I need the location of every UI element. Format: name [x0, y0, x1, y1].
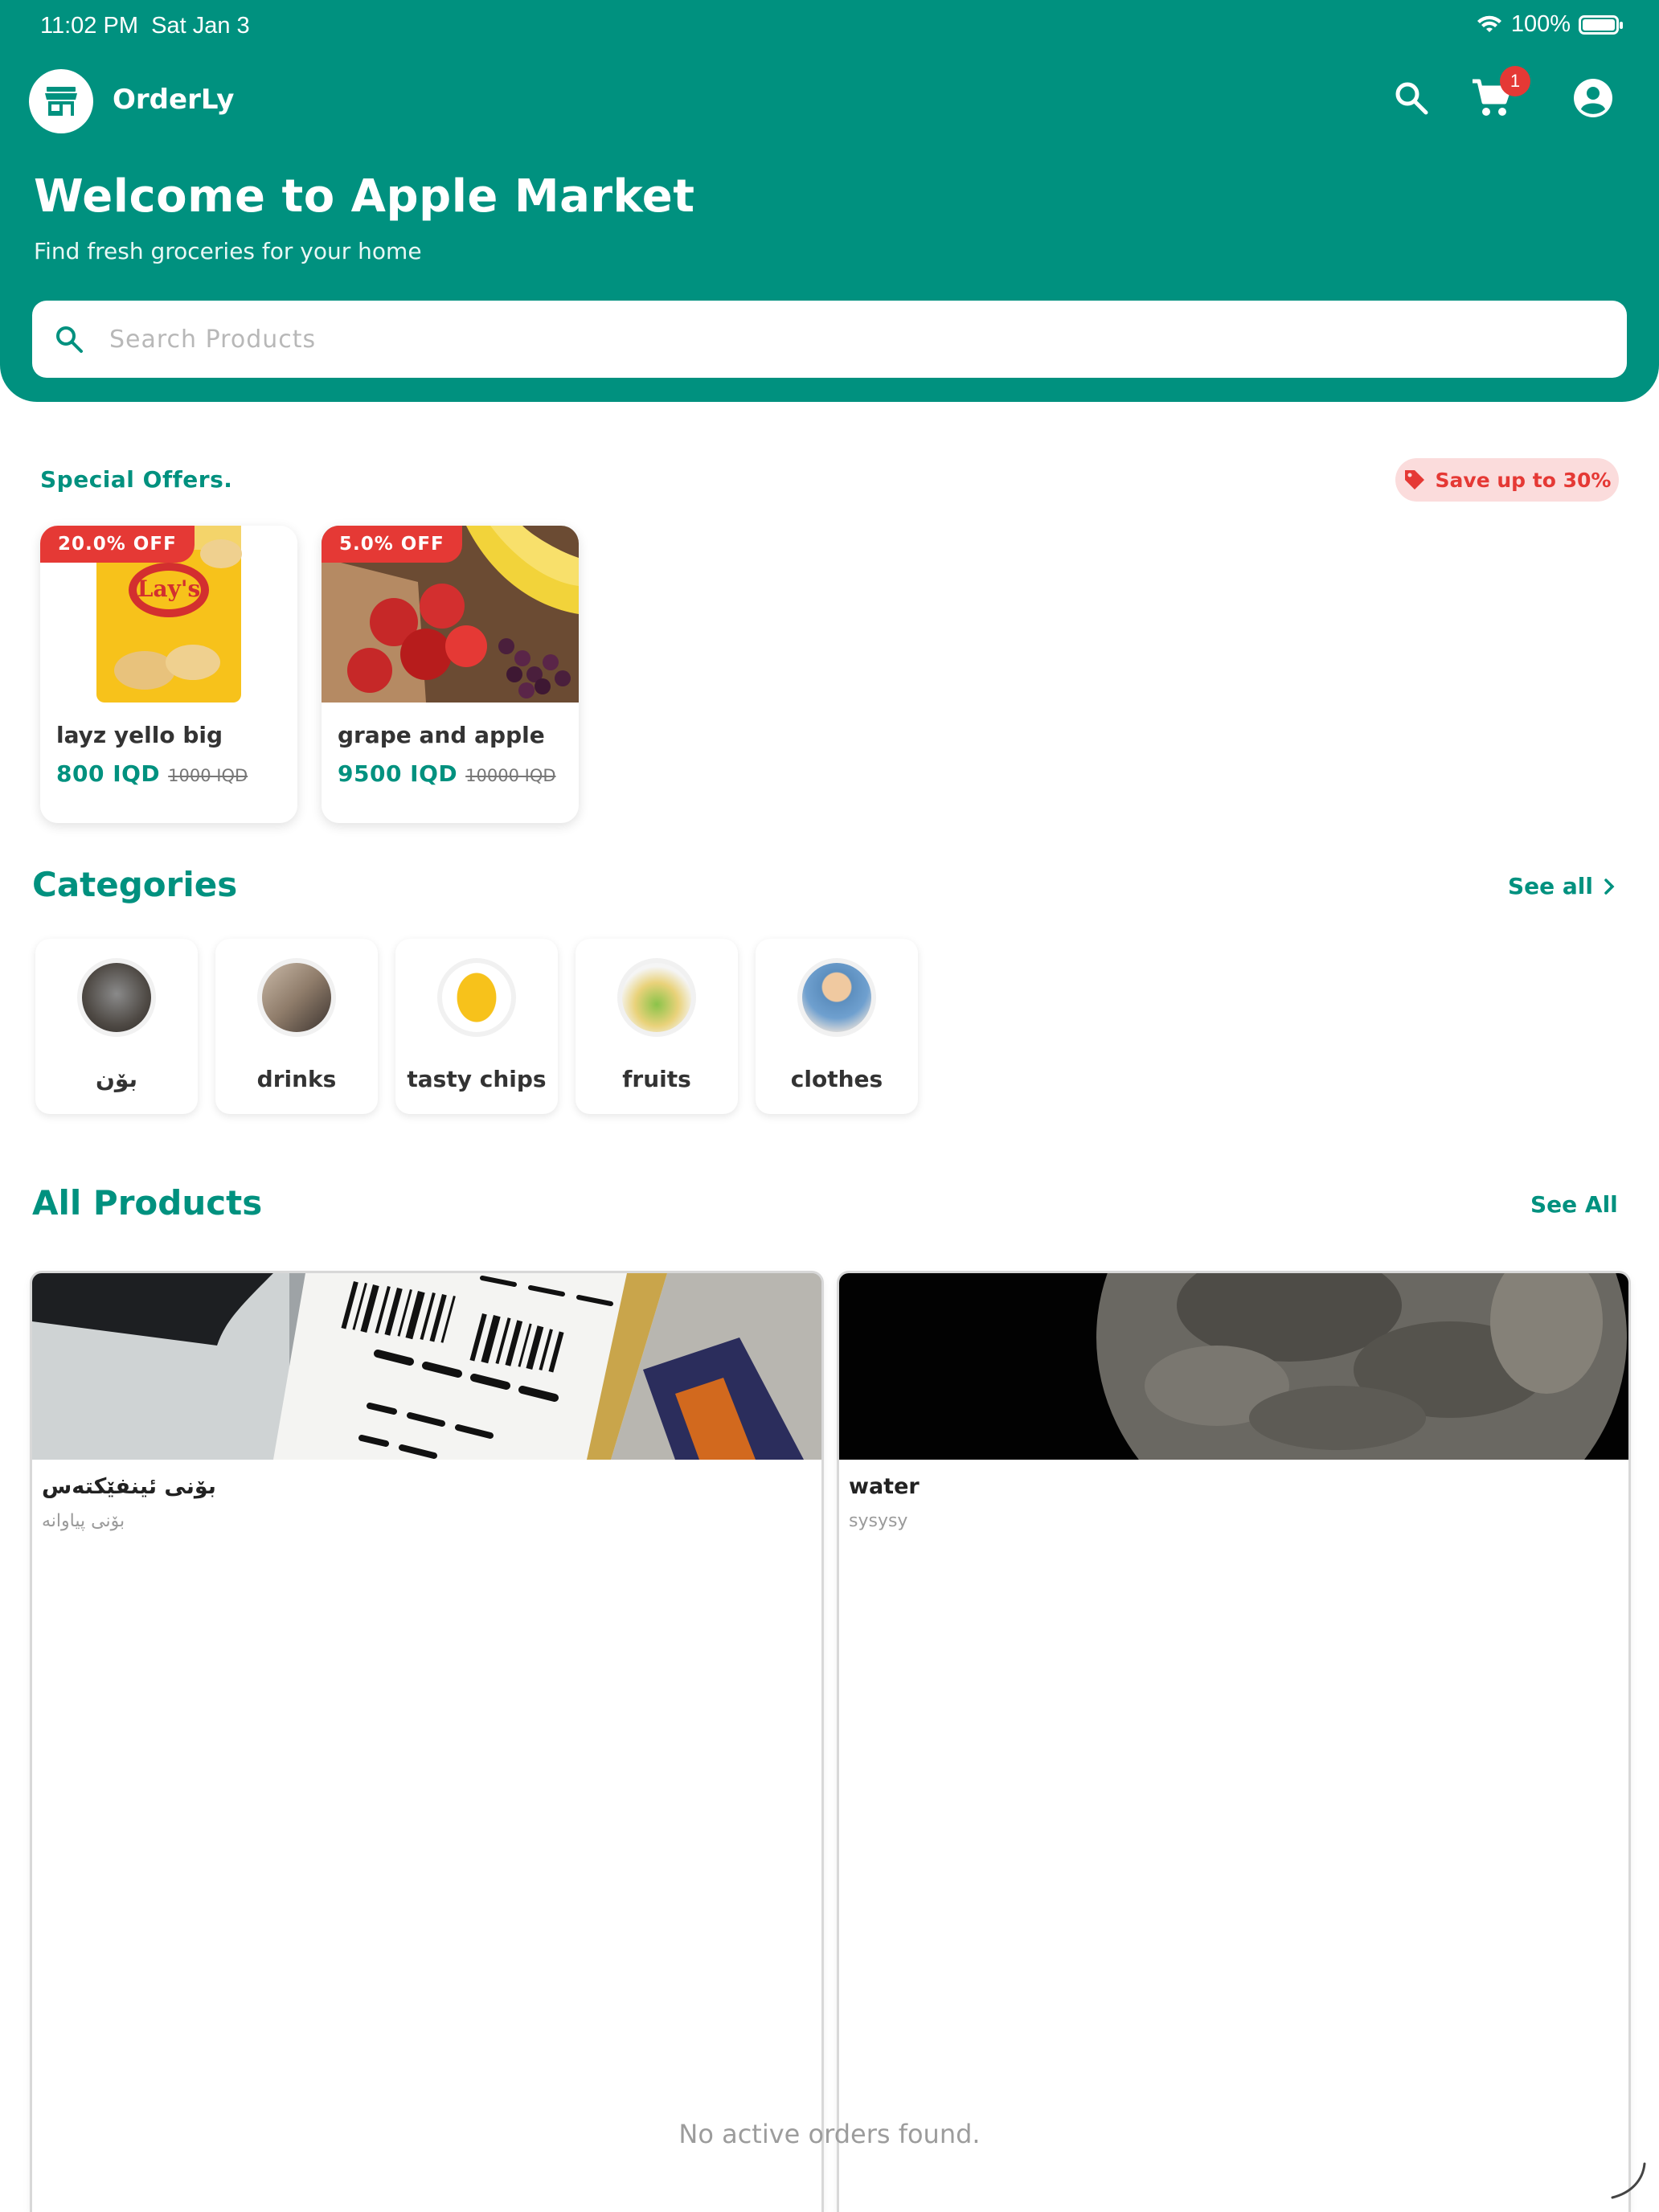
save-badge: Save up to 30% [1395, 458, 1619, 502]
hero-title: Welcome to Apple Market [34, 170, 695, 223]
category-image [77, 958, 156, 1037]
category-card[interactable]: clothes [756, 939, 918, 1114]
product-description: بۆنی پیاوانە [42, 1511, 125, 1531]
account-circle-icon [1574, 79, 1612, 117]
discount-badge: 20.0% OFF [40, 526, 195, 563]
offer-old-price: 10000 IQD [465, 766, 556, 785]
tag-icon [1404, 470, 1424, 490]
category-label: drinks [256, 1066, 337, 1092]
search-input[interactable] [108, 324, 1555, 354]
product-card[interactable]: بۆنی ئینفێکتەس بۆنی پیاوانە [32, 1273, 821, 2212]
offer-image: 5.0% OFF [322, 526, 579, 703]
product-image [32, 1273, 821, 1460]
status-date: Sat Jan 3 [151, 13, 250, 39]
product-description: sysysy [849, 1511, 908, 1531]
special-offers-label: Special Offers. [40, 466, 233, 493]
app-name: OrderLy [113, 84, 235, 116]
offer-price: 800 IQD [56, 760, 161, 787]
offer-name: layz yello big [56, 722, 223, 748]
store-icon [45, 87, 77, 116]
category-card[interactable]: بۆن [35, 939, 198, 1114]
offer-name: grape and apple [338, 722, 545, 748]
category-label: fruits [622, 1066, 691, 1092]
categories-see-all-link[interactable]: See all [1508, 873, 1616, 899]
categories-title: Categories [32, 865, 238, 904]
cart-button[interactable]: 1 [1468, 66, 1530, 122]
battery-percent: 100% [1510, 11, 1571, 37]
app-header: 11:02 PM Sat Jan 3 100% OrderLy 1 Welcom… [0, 0, 1659, 402]
drinks-thumbnail [262, 963, 331, 1032]
empty-orders-message: No active orders found. [678, 2119, 981, 2149]
status-clock: 11:02 PM [40, 13, 138, 39]
product-card[interactable]: water sysysy [839, 1273, 1628, 2212]
offer-card[interactable]: 5.0% OFF grape and apple 9500 IQD 10000 … [322, 526, 579, 823]
offer-old-price: 1000 IQD [168, 766, 248, 785]
fruits-thumbnail [622, 963, 691, 1032]
category-card[interactable]: tasty chips [395, 939, 558, 1114]
status-bar: 11:02 PM Sat Jan 3 100% [0, 0, 1659, 51]
perfume-barcode-image [32, 1273, 821, 1460]
offer-price-row: 800 IQD 1000 IQD [56, 760, 248, 787]
search-icon [1395, 82, 1428, 115]
discount-badge: 5.0% OFF [322, 526, 462, 563]
products-see-all-link[interactable]: See All [1530, 1191, 1618, 1218]
scroll-indicator-icon [1611, 2162, 1646, 2199]
offer-card[interactable]: Lay's 20.0% OFF layz yello big 800 IQD 1… [40, 526, 297, 823]
category-image [617, 958, 696, 1037]
profile-button[interactable] [1569, 74, 1617, 122]
cart-count-badge: 1 [1500, 66, 1530, 96]
category-label: clothes [790, 1066, 883, 1092]
all-products-title: All Products [32, 1183, 263, 1223]
app-logo[interactable] [29, 69, 93, 133]
search-bar[interactable] [32, 301, 1627, 378]
status-right: 100% [1476, 11, 1623, 38]
category-card[interactable]: fruits [576, 939, 738, 1114]
category-card[interactable]: drinks [215, 939, 378, 1114]
header-search-button[interactable] [1387, 74, 1436, 122]
wifi-icon [1477, 15, 1501, 32]
category-label: tasty chips [407, 1066, 547, 1092]
offer-price-row: 9500 IQD 10000 IQD [338, 760, 556, 787]
category-image [257, 958, 336, 1037]
save-badge-label: Save up to 30% [1435, 468, 1612, 492]
chips-thumbnail [442, 963, 511, 1032]
chevron-right-icon [1604, 878, 1615, 895]
see-all-label: See all [1508, 873, 1593, 899]
category-image [797, 958, 876, 1037]
battery-icon [1579, 14, 1623, 35]
offer-price: 9500 IQD [338, 760, 458, 787]
product-name: بۆنی ئینفێکتەس [42, 1474, 216, 1499]
hero-subtitle: Find fresh groceries for your home [34, 238, 422, 264]
product-image [839, 1273, 1628, 1460]
offer-image: Lay's 20.0% OFF [40, 526, 297, 703]
product-name: water [849, 1474, 920, 1499]
category-label: بۆن [96, 1066, 137, 1092]
clothes-thumbnail [802, 963, 871, 1032]
moon-image [839, 1273, 1628, 1460]
perfume-thumbnail [82, 963, 151, 1032]
svg-text:Lay's: Lay's [137, 576, 200, 602]
search-icon [56, 326, 83, 353]
status-time: 11:02 PM Sat Jan 3 [40, 13, 250, 39]
category-image [437, 958, 516, 1037]
